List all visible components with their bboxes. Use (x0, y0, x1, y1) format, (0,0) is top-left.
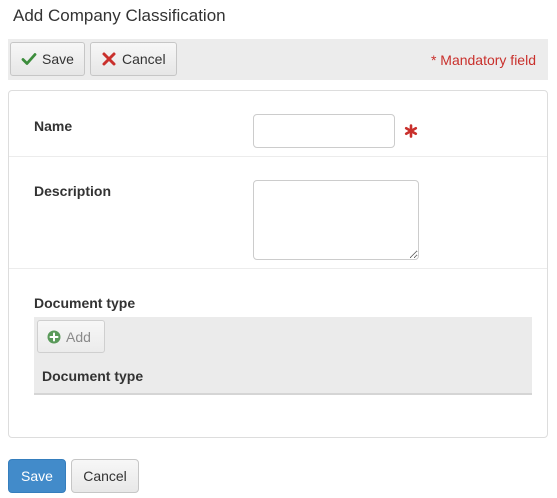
x-icon (101, 51, 117, 67)
page-title: Add Company Classification (13, 6, 226, 25)
plus-circle-icon (47, 330, 61, 344)
description-textarea[interactable] (253, 180, 419, 260)
divider (9, 268, 547, 269)
toolbar-cancel-label: Cancel (122, 51, 166, 67)
mandatory-field-note: * Mandatory field (430, 52, 536, 68)
toolbar-save-button[interactable]: Save (10, 42, 85, 76)
cancel-button[interactable]: Cancel (71, 459, 139, 493)
add-document-type-button[interactable]: Add (37, 320, 105, 353)
toolbar-save-label: Save (42, 51, 74, 67)
form-panel: Name Description Document type Add Docum… (8, 90, 548, 438)
document-type-table: Add Document type (34, 317, 532, 395)
description-label: Description (34, 183, 112, 199)
name-label: Name (34, 118, 73, 134)
asterisk-icon (404, 124, 418, 138)
name-input[interactable] (253, 114, 395, 148)
divider (9, 156, 547, 157)
toolbar: Save Cancel * Mandatory field (8, 39, 548, 80)
add-button-label: Add (66, 328, 91, 345)
table-column-header: Document type (42, 368, 144, 384)
save-button[interactable]: Save (8, 459, 66, 493)
document-type-label: Document type (34, 295, 136, 311)
toolbar-cancel-button[interactable]: Cancel (90, 42, 177, 76)
check-icon (21, 51, 37, 67)
